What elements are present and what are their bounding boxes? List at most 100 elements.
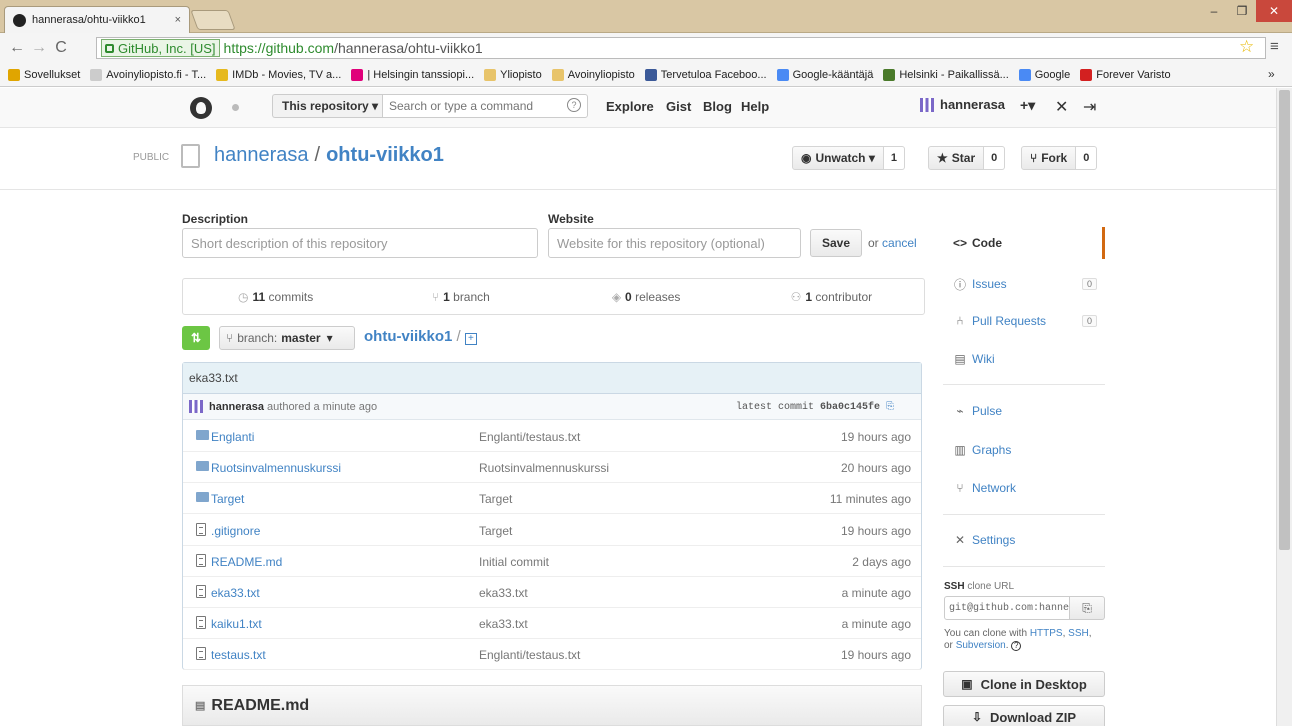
file-name-link[interactable]: Englanti bbox=[211, 430, 254, 444]
bookmark-item[interactable]: | Helsingin tanssiopi... bbox=[351, 68, 474, 81]
clone-ssh-link[interactable]: SSH bbox=[1068, 628, 1089, 639]
file-commit-message-link[interactable]: Initial commit bbox=[479, 555, 549, 569]
bookmark-item[interactable]: Google bbox=[1018, 68, 1070, 81]
scrollbar-thumb[interactable] bbox=[1279, 90, 1290, 550]
bookmark-item[interactable]: Helsinki - Paikallissä... bbox=[883, 68, 1009, 81]
website-input[interactable]: Website for this repository (optional) bbox=[548, 228, 801, 258]
clone-https-link[interactable]: HTTPS bbox=[1030, 628, 1063, 639]
copy-clone-url-icon[interactable]: ⎘ bbox=[1070, 596, 1105, 620]
latest-commit-sha[interactable]: latest commit 6ba0c145fe ⎘ bbox=[736, 401, 894, 413]
bookmark-star-icon[interactable]: ☆ bbox=[1239, 37, 1254, 57]
forks-count[interactable]: 0 bbox=[1076, 146, 1098, 170]
sidebar-item-settings[interactable]: ✕ Settings bbox=[943, 530, 1105, 550]
maximize-button[interactable]: ❐ bbox=[1228, 0, 1256, 22]
description-input[interactable]: Short description of this repository bbox=[182, 228, 538, 258]
file-name-link[interactable]: kaiku1.txt bbox=[211, 617, 262, 631]
unwatch-button[interactable]: ◉ Unwatch ▾ bbox=[792, 146, 884, 170]
file-commit-message-link[interactable]: Englanti/testaus.txt bbox=[479, 648, 580, 662]
sidebar-item-pulse[interactable]: ⌁ Pulse bbox=[943, 401, 1105, 421]
bookmark-item[interactable]: IMDb - Movies, TV a... bbox=[216, 68, 341, 81]
stars-count[interactable]: 0 bbox=[984, 146, 1006, 170]
bookmark-favicon-icon bbox=[551, 68, 564, 81]
file-name-link[interactable]: README.md bbox=[211, 555, 282, 569]
close-window-button[interactable]: ✕ bbox=[1256, 0, 1292, 22]
file-commit-message-link[interactable]: eka33.txt bbox=[479, 586, 528, 600]
forward-arrow-icon[interactable]: → bbox=[28, 39, 50, 57]
notifications-icon[interactable] bbox=[232, 104, 239, 111]
copy-sha-icon[interactable]: ⎘ bbox=[886, 401, 894, 412]
search-input[interactable] bbox=[382, 94, 588, 118]
sidebar-item-graphs[interactable]: ▥ Graphs bbox=[943, 440, 1105, 460]
ssh-clone-url-input[interactable]: git@github.com:hannerasa/ohtu-viikko1.gi… bbox=[944, 596, 1070, 620]
chrome-menu-icon[interactable]: ≡ bbox=[1270, 38, 1279, 55]
repo-owner-link[interactable]: hannerasa bbox=[214, 144, 309, 166]
cancel-link[interactable]: cancel bbox=[882, 236, 917, 250]
file-name-link[interactable]: eka33.txt bbox=[211, 586, 260, 600]
user-menu[interactable]: hannerasa bbox=[920, 97, 1005, 112]
nav-help[interactable]: Help bbox=[741, 99, 769, 114]
clone-in-desktop-button[interactable]: ▣ Clone in Desktop bbox=[943, 671, 1105, 697]
file-name-link[interactable]: testaus.txt bbox=[211, 648, 266, 662]
site-identity-badge[interactable]: GitHub, Inc. [US] bbox=[101, 39, 220, 57]
bookmark-item[interactable]: Tervetuloa Faceboo... bbox=[644, 68, 767, 81]
file-commit-message-link[interactable]: Target bbox=[479, 492, 512, 506]
address-bar[interactable]: GitHub, Inc. [US] https://github.com/han… bbox=[96, 37, 1266, 59]
commits-stat[interactable]: ◷ 11 commits bbox=[183, 290, 368, 304]
file-commit-message-link[interactable]: Ruotsinvalmennuskurssi bbox=[479, 461, 609, 475]
help-icon[interactable]: ? bbox=[1011, 641, 1022, 651]
search-scope-button[interactable]: This repository ▾ bbox=[272, 94, 382, 118]
repo-name-link[interactable]: ohtu-viikko1 bbox=[326, 144, 444, 166]
branch-selector[interactable]: ⑂ branch: master ▾ bbox=[219, 326, 355, 350]
file-commit-message-link[interactable]: eka33.txt bbox=[479, 617, 528, 631]
bookmark-item[interactable]: Sovellukset bbox=[8, 68, 80, 81]
file-commit-message-link[interactable]: Target bbox=[479, 524, 512, 538]
watch-group: ◉ Unwatch ▾ 1 bbox=[792, 146, 905, 170]
settings-tools-icon[interactable]: ✕ bbox=[1055, 97, 1068, 117]
bookmark-item[interactable]: Avoinyliopisto.fi - T... bbox=[90, 68, 206, 81]
sidebar-network-label: Network bbox=[972, 481, 1017, 495]
code-icon: <> bbox=[953, 236, 968, 250]
compare-button[interactable]: ⇅ bbox=[182, 326, 210, 350]
github-logo-icon[interactable] bbox=[190, 97, 212, 119]
tab-close-icon[interactable]: × bbox=[175, 14, 181, 26]
save-button[interactable]: Save bbox=[810, 229, 862, 257]
sidebar-item-wiki[interactable]: ▤ Wiki bbox=[943, 349, 1105, 369]
bookmark-item[interactable]: Forever Varisto bbox=[1080, 68, 1171, 81]
sidebar-item-network[interactable]: ⑂ Network bbox=[943, 478, 1105, 498]
file-name-link[interactable]: Ruotsinvalmennuskurssi bbox=[211, 461, 341, 475]
ssh-label-bold: SSH bbox=[944, 581, 965, 592]
file-name-link[interactable]: Target bbox=[211, 492, 244, 506]
minimize-button[interactable]: – bbox=[1200, 0, 1228, 22]
add-file-icon[interactable]: + bbox=[464, 333, 477, 345]
clone-subversion-link[interactable]: Subversion bbox=[956, 640, 1006, 651]
file-name-link[interactable]: .gitignore bbox=[211, 524, 260, 538]
sidebar-item-issues[interactable]: ⓘ Issues 0 bbox=[943, 274, 1105, 294]
bookmark-item[interactable]: Yliopisto bbox=[484, 68, 542, 81]
fork-button[interactable]: ⑂ Fork bbox=[1021, 146, 1077, 170]
create-new-icon[interactable]: +▾ bbox=[1020, 97, 1035, 114]
releases-stat[interactable]: ◈ 0 releases bbox=[554, 290, 739, 304]
contributors-stat[interactable]: ⚇ 1 contributor bbox=[739, 290, 924, 304]
latest-commit-message[interactable]: eka33.txt bbox=[183, 363, 921, 394]
breadcrumb-repo-link[interactable]: ohtu-viikko1 bbox=[364, 328, 452, 345]
new-tab-button[interactable] bbox=[190, 10, 236, 30]
sign-out-icon[interactable]: ⇥ bbox=[1083, 97, 1096, 117]
commit-author[interactable]: hannerasa bbox=[209, 401, 264, 413]
browser-tab[interactable]: hannerasa/ohtu-viikko1 × bbox=[4, 6, 190, 33]
sidebar-item-pull-requests[interactable]: ⑃ Pull Requests 0 bbox=[943, 311, 1105, 331]
nav-gist[interactable]: Gist bbox=[666, 99, 691, 114]
bookmarks-more[interactable]: » bbox=[1268, 67, 1275, 81]
watchers-count[interactable]: 1 bbox=[883, 146, 905, 170]
nav-explore[interactable]: Explore bbox=[606, 99, 654, 114]
star-button[interactable]: ★ Star bbox=[928, 146, 985, 170]
bookmark-item[interactable]: Google-kääntäjä bbox=[776, 68, 873, 81]
search-help-icon[interactable]: ? bbox=[567, 98, 581, 112]
bookmark-item[interactable]: Avoinyliopisto bbox=[551, 68, 635, 81]
reload-icon[interactable]: C bbox=[50, 39, 72, 57]
nav-blog[interactable]: Blog bbox=[703, 99, 732, 114]
branches-stat[interactable]: ⑂ 1 branch bbox=[368, 290, 553, 304]
file-commit-message-link[interactable]: Englanti/testaus.txt bbox=[479, 430, 580, 444]
sidebar-item-code[interactable]: <> Code bbox=[943, 227, 1105, 259]
back-arrow-icon[interactable]: ← bbox=[6, 39, 28, 57]
download-zip-button[interactable]: ⇩ Download ZIP bbox=[943, 705, 1105, 726]
